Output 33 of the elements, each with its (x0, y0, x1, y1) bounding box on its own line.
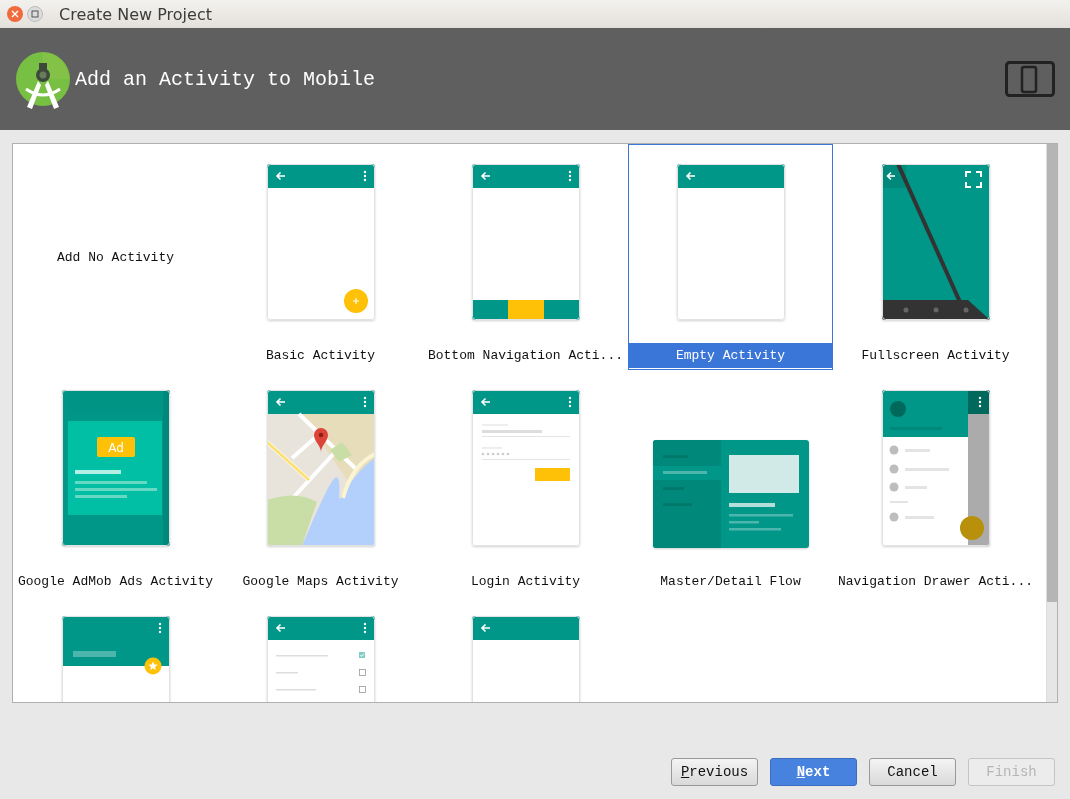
template-tile[interactable]: Fullscreen Activity (833, 144, 1038, 370)
template-tile[interactable]: Basic Activity (218, 144, 423, 370)
dialog-button[interactable]: Previous (671, 758, 758, 786)
ad-badge-text: Ad (107, 441, 124, 455)
template-tile[interactable]: Ad Google AdMob Ads Activity (13, 370, 218, 596)
template-tile[interactable]: Google Maps Activity (218, 370, 423, 596)
maximize-button[interactable] (27, 6, 43, 22)
template-tile[interactable]: Add No Activity (13, 144, 218, 370)
dialog-button[interactable]: Cancel (869, 758, 956, 786)
template-label: Empty Activity (629, 343, 832, 368)
template-label: Add No Activity (56, 248, 175, 267)
close-button[interactable] (7, 6, 23, 22)
template-label: Google Maps Activity (241, 573, 400, 591)
devices-icon (1005, 61, 1055, 97)
close-icon (11, 10, 19, 18)
page-heading: Add an Activity to Mobile (75, 67, 377, 91)
compass-logo-icon (15, 51, 71, 111)
template-tile[interactable]: Bottom Navigation Acti... (423, 144, 628, 370)
template-label: Google AdMob Ads Activity (16, 573, 214, 591)
template-label: Master/Detail Flow (659, 573, 802, 591)
template-label: Bottom Navigation Acti... (426, 347, 624, 365)
maximize-icon (31, 10, 39, 18)
template-tile[interactable]: Login Activity (423, 370, 628, 596)
template-label: Basic Activity (264, 347, 377, 365)
template-label: Login Activity (469, 573, 582, 591)
template-label: Navigation Drawer Acti... (836, 573, 1034, 591)
dialog-button[interactable]: Next (770, 758, 857, 786)
template-tile[interactable]: Master/Detail Flow (628, 370, 833, 596)
template-tile[interactable]: Navigation Drawer Acti... (833, 370, 1038, 596)
template-tile[interactable]: Empty Activity (628, 144, 833, 370)
window-title: Create New Project (59, 4, 212, 24)
template-label: Fullscreen Activity (860, 347, 1011, 365)
scrollbar[interactable] (1046, 144, 1057, 702)
